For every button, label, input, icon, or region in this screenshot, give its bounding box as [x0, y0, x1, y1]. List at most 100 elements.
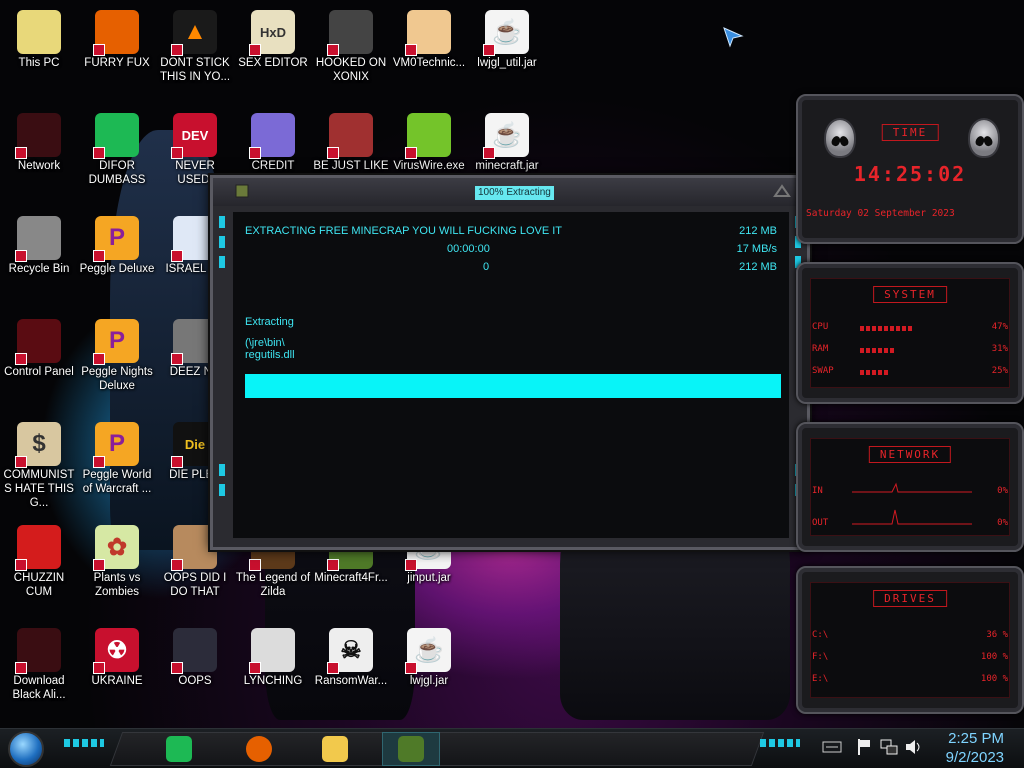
grass-block-icon — [398, 736, 424, 762]
radiation-icon: ☢ — [93, 628, 139, 674]
desktop-icon-label: Plants vs Zombies — [93, 572, 141, 598]
icon-glyph: ☕ — [414, 636, 444, 664]
dialog-titlebar[interactable]: 100% Extracting — [213, 178, 807, 206]
desktop-icon-ukraine[interactable]: ☢ UKRAINE — [78, 622, 156, 688]
desktop-icon-lynching[interactable]: LYNCHING — [234, 622, 312, 688]
alien-head-icon — [968, 118, 1000, 158]
shortcut-arrow-icon — [93, 662, 105, 674]
desktop-icon-label: BE JUST LIKE — [313, 160, 389, 172]
drives-widget[interactable]: DRIVES C:\ 36 % F:\ 100 % E:\ 100 % — [796, 566, 1024, 714]
icon-glyph: ☕ — [492, 18, 522, 46]
network-row-value: 0% — [997, 518, 1008, 528]
java-jar-icon: ☕ — [405, 628, 451, 674]
shortcut-arrow-icon — [93, 147, 105, 159]
drive-label: C:\ — [812, 630, 829, 640]
desktop-icon-label: The Legend of Zilda — [235, 572, 311, 598]
desktop-icon-peggle-wow[interactable]: P Peggle World of Warcraft ... — [78, 416, 156, 496]
system-row-swap: SWAP 25% — [812, 366, 1008, 380]
shortcut-arrow-icon — [93, 456, 105, 468]
desktop-icon-label: SEX EDITOR — [238, 57, 308, 69]
desktop-icon-be-just-like[interactable]: BE JUST LIKE — [312, 107, 390, 173]
start-button[interactable] — [8, 731, 44, 767]
drive-usage: 36 % — [986, 630, 1008, 640]
desktop-icon-control-panel[interactable]: Control Panel — [0, 313, 78, 379]
taskbar-file-explorer-button[interactable] — [306, 732, 364, 766]
desktop-icon-ransomware[interactable]: ☠ RansomWar... — [312, 622, 390, 688]
flag-icon[interactable] — [856, 737, 872, 757]
drive-usage: 100 % — [980, 652, 1008, 662]
shortcut-arrow-icon — [249, 44, 261, 56]
desktop-icon-peggle-deluxe[interactable]: P Peggle Deluxe — [78, 210, 156, 276]
extract-progress-bar — [245, 374, 781, 398]
taskbar-firefox-button[interactable] — [230, 732, 288, 766]
shortcut-arrow-icon — [327, 147, 339, 159]
network-icon[interactable] — [880, 737, 898, 757]
desktop-icon-label: HOOKED ON XONIX — [315, 57, 387, 83]
desktop-icon-label: COMMUNISTS HATE THIS G... — [3, 469, 75, 509]
shortcut-arrow-icon — [15, 147, 27, 159]
system-usage-bar — [860, 348, 894, 353]
desktop-icon-hooked-on-xonix[interactable]: HOOKED ON XONIX — [312, 4, 390, 84]
desktop-icon-this-pc[interactable]: This PC — [0, 4, 78, 70]
desktop-icon-difor-dumbass[interactable]: DIFOR DUMBASS — [78, 107, 156, 187]
current-path: (\jre\bin\ — [245, 337, 285, 349]
money-bag-icon: $ — [15, 422, 61, 468]
keyboard-icon[interactable] — [822, 737, 842, 757]
desktop-icon-lwjgl-util[interactable]: ☕ lwjgl_util.jar — [468, 4, 546, 70]
time-widget-header: TIME — [881, 124, 939, 141]
alien-ware-icon — [15, 628, 61, 674]
desktop-icon-oops[interactable]: OOPS — [156, 622, 234, 688]
desktop-icon-communists[interactable]: $ COMMUNISTS HATE THIS G... — [0, 416, 78, 510]
desktop-icon-sex-editor[interactable]: HxD SEX EDITOR — [234, 4, 312, 70]
desktop-icon-label: CHUZZIN CUM — [13, 572, 65, 598]
desktop-icon-label: jinput.jar — [407, 572, 451, 584]
desktop-icon-label: Minecraft4Fr... — [314, 572, 388, 584]
desktop-icon-viruswire[interactable]: VirusWire.exe — [390, 107, 468, 173]
desktop-icon-furry-fux[interactable]: FURRY FUX — [78, 4, 156, 70]
volume-icon[interactable] — [904, 737, 922, 757]
widget-date: Saturday 02 September 2023 — [806, 208, 955, 219]
shortcut-arrow-icon — [15, 559, 27, 571]
system-row-label: RAM — [812, 344, 829, 354]
java-jar-icon: ☕ — [483, 10, 529, 56]
network-row-out: OUT 0% — [812, 509, 1008, 532]
desktop-icon-minecraft-jar[interactable]: ☕ minecraft.jar — [468, 107, 546, 173]
shortcut-arrow-icon — [405, 44, 417, 56]
desktop-icon-dont-stick[interactable]: ▲ DONT STICK THIS IN YO... — [156, 4, 234, 84]
desktop-icon-label: OOPS DID I DO THAT — [163, 572, 227, 598]
shortcut-arrow-icon — [171, 353, 183, 365]
taskbar-clock[interactable]: 2:25 PM 9/2/2023 — [946, 729, 1004, 767]
taskbar-minecraft-button[interactable] — [382, 732, 440, 766]
desktop-icon-chuzzin[interactable]: CHUZZIN CUM — [0, 519, 78, 599]
desktop-icon-recycle-bin[interactable]: Recycle Bin — [0, 210, 78, 276]
status-text: Extracting — [245, 316, 294, 328]
recycle-bin-icon — [15, 216, 61, 262]
desktop-icon-label: UKRAINE — [91, 675, 143, 687]
desktop-icon-label: Peggle Nights Deluxe — [81, 366, 153, 392]
system-widget[interactable]: SYSTEM CPU 47% RAM 31% SWAP 25% — [796, 262, 1024, 404]
desktop-icon-download-black-ali[interactable]: Download Black Ali... — [0, 622, 78, 702]
icon-glyph: HxD — [259, 24, 286, 40]
desktop-icon-vm0technic[interactable]: VM0Technic... — [390, 4, 468, 70]
remaining-counter: 0 — [483, 261, 490, 273]
desktop-icon-plants-vs-zombies[interactable]: ✿ Plants vs Zombies — [78, 519, 156, 599]
desktop-icon-label: FURRY FUX — [84, 57, 150, 69]
shortcut-arrow-icon — [15, 456, 27, 468]
shortcut-arrow-icon — [15, 250, 27, 262]
pc-icon — [17, 10, 61, 54]
network-widget[interactable]: NETWORK IN 0% OUT 0% — [796, 422, 1024, 552]
peggle-icon: P — [93, 422, 139, 468]
desktop-icon-peggle-nights[interactable]: P Peggle Nights Deluxe — [78, 313, 156, 393]
taskbar-green-app-button[interactable] — [150, 732, 208, 766]
shortcut-arrow-icon — [171, 44, 183, 56]
desktop-icon-label: Network — [17, 160, 61, 172]
drive-usage: 100 % — [980, 674, 1008, 684]
taskbar-ornament-left — [64, 739, 104, 747]
firefox-icon — [93, 10, 139, 56]
pvz-icon: ✿ — [93, 525, 139, 571]
desktop-icon-network[interactable]: Network — [0, 107, 78, 173]
desktop-icon-lwjgl-jar[interactable]: ☕ lwjgl.jar — [390, 622, 468, 688]
time-widget[interactable]: TIME 14:25:02 Saturday 02 September 2023 — [796, 94, 1024, 244]
shortcut-arrow-icon — [171, 456, 183, 468]
shortcut-arrow-icon — [327, 559, 339, 571]
